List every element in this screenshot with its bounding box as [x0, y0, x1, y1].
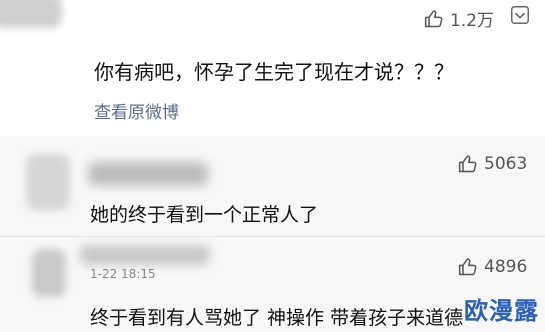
- view-original-link[interactable]: 查看原微博: [94, 98, 179, 123]
- thumbs-up-icon: [458, 258, 477, 276]
- thumbs-up-icon: [424, 9, 443, 27]
- like-button[interactable]: 4896: [458, 257, 527, 277]
- comment-text: 你有病吧，怀孕了生完了现在才说？？？: [94, 60, 454, 84]
- reply-time: 1-22 18:15: [90, 267, 156, 281]
- reply-item: 5063 她的终于看到一个正常人了: [0, 136, 545, 236]
- blurred-avatar: [26, 154, 70, 210]
- blurred-avatar: [0, 0, 62, 28]
- reply-text: 她的终于看到一个正常人了: [90, 204, 319, 226]
- like-count: 5063: [484, 154, 528, 174]
- watermark-text: 欧漫露: [464, 297, 539, 325]
- comment-screen: 1.2万 你有病吧，怀孕了生完了现在才说？？？ 查看原微博 5063 她的终于看…: [0, 0, 545, 332]
- like-count: 1.2万: [450, 11, 495, 31]
- like-button[interactable]: 5063: [458, 154, 527, 174]
- like-count: 4896: [484, 257, 528, 277]
- like-button[interactable]: 1.2万: [424, 6, 494, 31]
- comment-main: 1.2万 你有病吧，怀孕了生完了现在才说？？？ 查看原微博: [0, 0, 545, 136]
- more-icon[interactable]: [509, 4, 531, 26]
- blurred-username: [80, 245, 210, 265]
- thumbs-up-icon: [458, 155, 477, 173]
- blurred-avatar: [32, 249, 66, 297]
- blurred-username: [88, 162, 208, 186]
- reply-text: 终于看到有人骂她了 神操作 带着孩子来道德: [90, 307, 464, 329]
